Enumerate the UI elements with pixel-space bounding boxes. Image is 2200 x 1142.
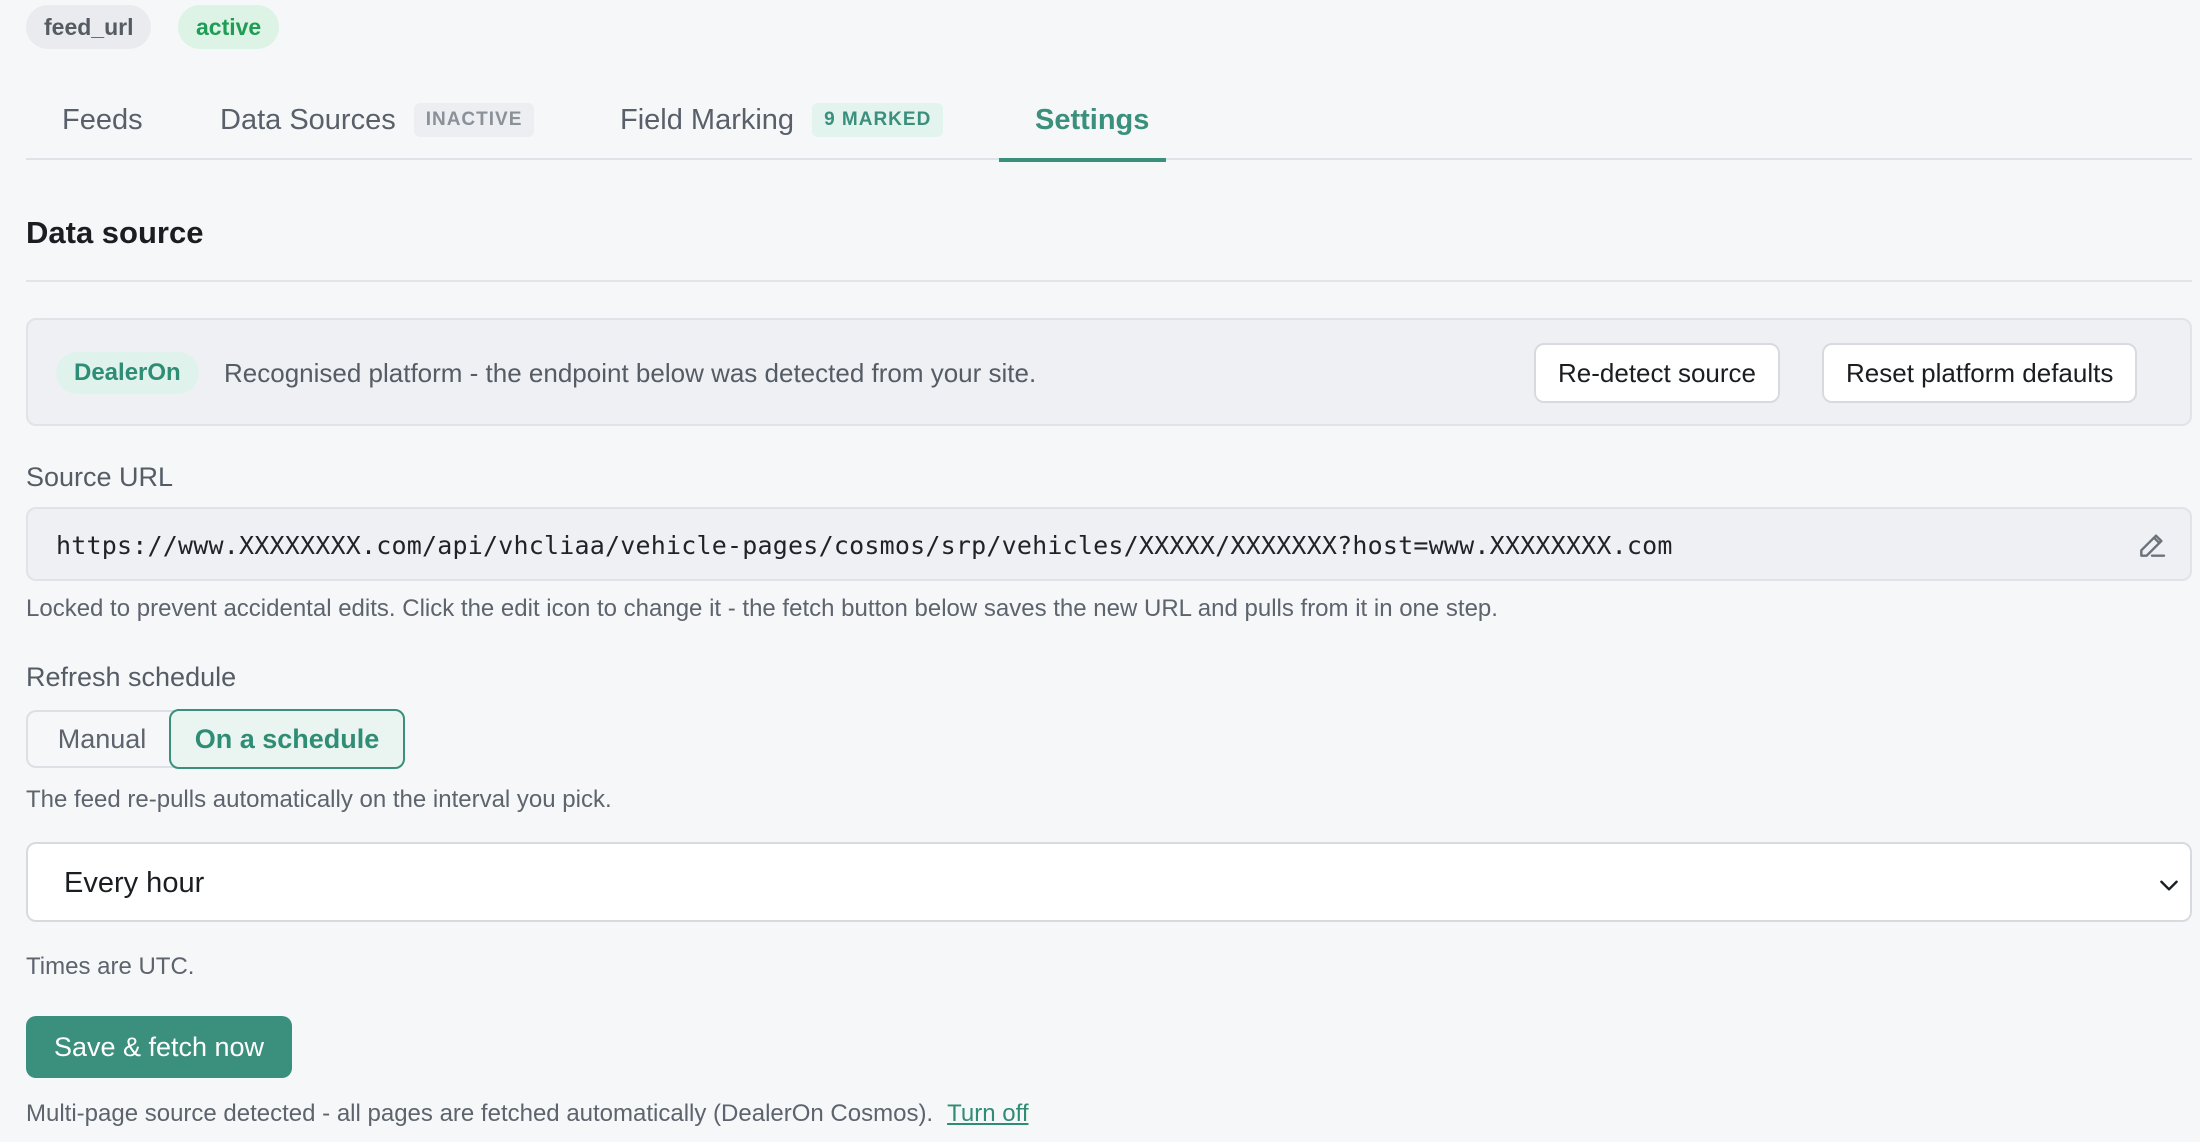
tab-label: Data Sources (220, 103, 396, 136)
feed-url-tag: feed_url (26, 5, 152, 49)
pencil-icon[interactable] (2136, 529, 2168, 561)
reset-platform-defaults-button[interactable]: Reset platform defaults (1822, 343, 2138, 403)
on-a-schedule-option[interactable]: On a schedule (169, 709, 405, 769)
tab-settings[interactable]: Settings (998, 80, 1167, 162)
multipage-text: Multi-page source detected - all pages a… (26, 1100, 934, 1127)
platform-badge: DealerOn (56, 352, 199, 394)
platform-detection-panel: DealerOn Recognised platform - the endpo… (26, 318, 2192, 426)
tab-label: Feeds (62, 103, 143, 136)
tab-field-marking[interactable]: Field Marking 9 MARKED (620, 80, 944, 160)
interval-value: Every hour (64, 867, 205, 899)
marked-count-badge: 9 MARKED (812, 103, 944, 137)
source-url-field[interactable]: https://www.XXXXXXXX.com/api/vhcliaa/veh… (26, 507, 2192, 581)
status-badge: active (178, 5, 280, 49)
interval-select[interactable]: Every hour (26, 842, 2192, 922)
schedule-help: The feed re-pulls automatically on the i… (26, 786, 612, 813)
tab-feeds[interactable]: Feeds (62, 80, 143, 160)
tab-bar: Feeds Data Sources INACTIVE Field Markin… (26, 80, 2192, 162)
section-title: Data source (26, 215, 204, 250)
platform-message: Recognised platform - the endpoint below… (224, 358, 1037, 388)
inactive-badge: INACTIVE (413, 103, 535, 137)
turn-off-link[interactable]: Turn off (947, 1100, 1028, 1127)
save-fetch-button[interactable]: Save & fetch now (26, 1016, 292, 1078)
tab-data-sources[interactable]: Data Sources INACTIVE (220, 80, 535, 160)
manual-option[interactable]: Manual (26, 710, 176, 768)
source-url-help: Locked to prevent accidental edits. Clic… (26, 595, 1498, 622)
source-url-value: https://www.XXXXXXXX.com/api/vhcliaa/veh… (56, 531, 1673, 560)
section-divider (26, 280, 2192, 282)
refresh-schedule-label: Refresh schedule (26, 662, 237, 692)
timezone-note: Times are UTC. (26, 953, 195, 980)
tab-label: Field Marking (620, 103, 795, 136)
schedule-mode-toggle: Manual On a schedule (26, 709, 406, 770)
chevron-down-icon (2160, 880, 2178, 891)
redetect-source-button[interactable]: Re-detect source (1534, 343, 1780, 403)
source-url-label: Source URL (26, 462, 174, 492)
tab-label: Settings (1035, 103, 1150, 136)
settings-page: feed_url active Feeds Data Sources INACT… (0, 0, 2200, 1142)
multipage-notice: Multi-page source detected - all pages a… (26, 1100, 1028, 1128)
